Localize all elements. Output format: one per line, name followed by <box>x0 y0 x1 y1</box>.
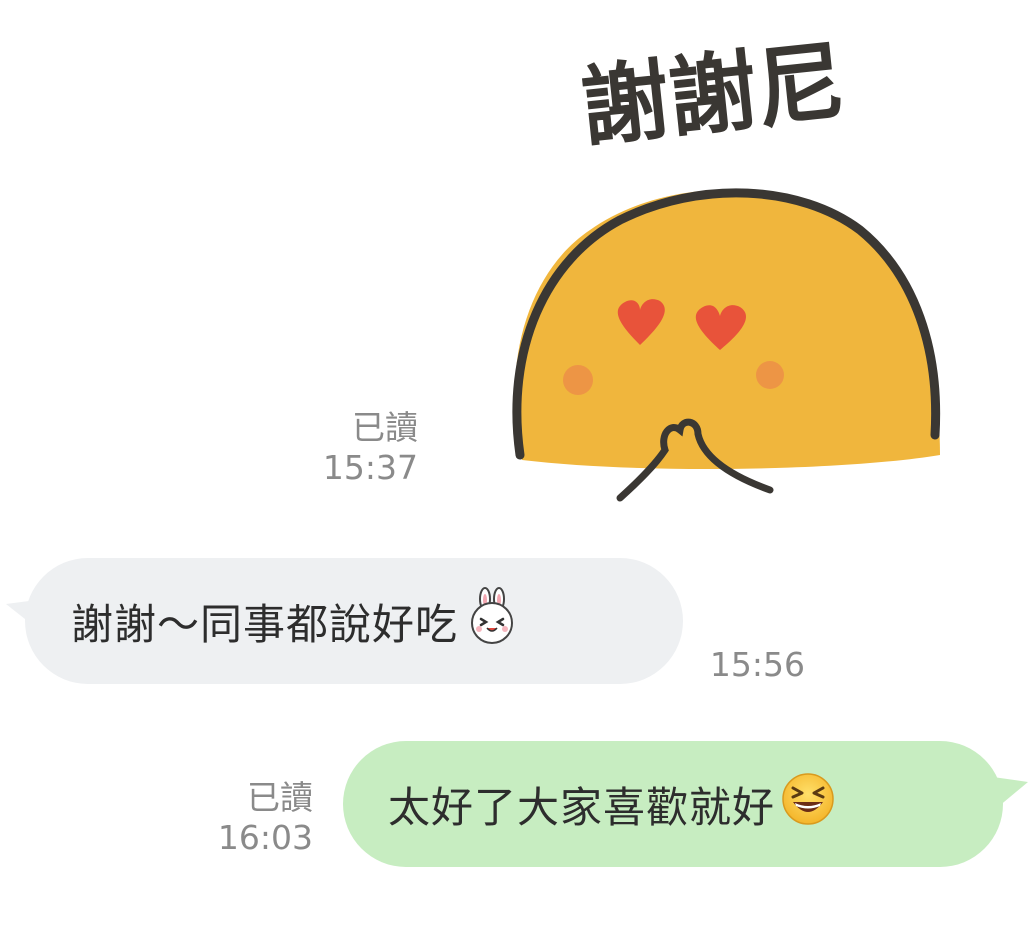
sticker-meta: 已讀 15:37 <box>300 408 418 487</box>
sticker-caption: 謝謝尼 <box>576 30 849 160</box>
message-text: 太好了大家喜歡就好 <box>388 782 776 832</box>
incoming-meta: 15:56 <box>700 645 805 685</box>
outgoing-message-bubble[interactable]: 太好了大家喜歡就好 <box>343 741 1003 867</box>
message-time: 16:03 <box>217 817 313 857</box>
read-receipt: 已讀 <box>247 778 313 817</box>
message-time: 15:37 <box>322 447 418 487</box>
thank-you-sticker[interactable]: 謝謝尼 <box>470 20 970 505</box>
message-text: 謝謝～同事都說好吃 <box>71 599 459 649</box>
grinning-squint-icon <box>781 772 835 836</box>
message-time: 15:56 <box>709 645 805 684</box>
outgoing-meta: 已讀 16:03 <box>200 778 313 857</box>
incoming-message-bubble[interactable]: 謝謝～同事都說好吃 <box>25 558 683 684</box>
read-receipt: 已讀 <box>352 408 418 447</box>
cheek-right <box>756 361 784 389</box>
cony-laughing-icon <box>464 587 520 655</box>
cheek-left <box>563 365 593 395</box>
